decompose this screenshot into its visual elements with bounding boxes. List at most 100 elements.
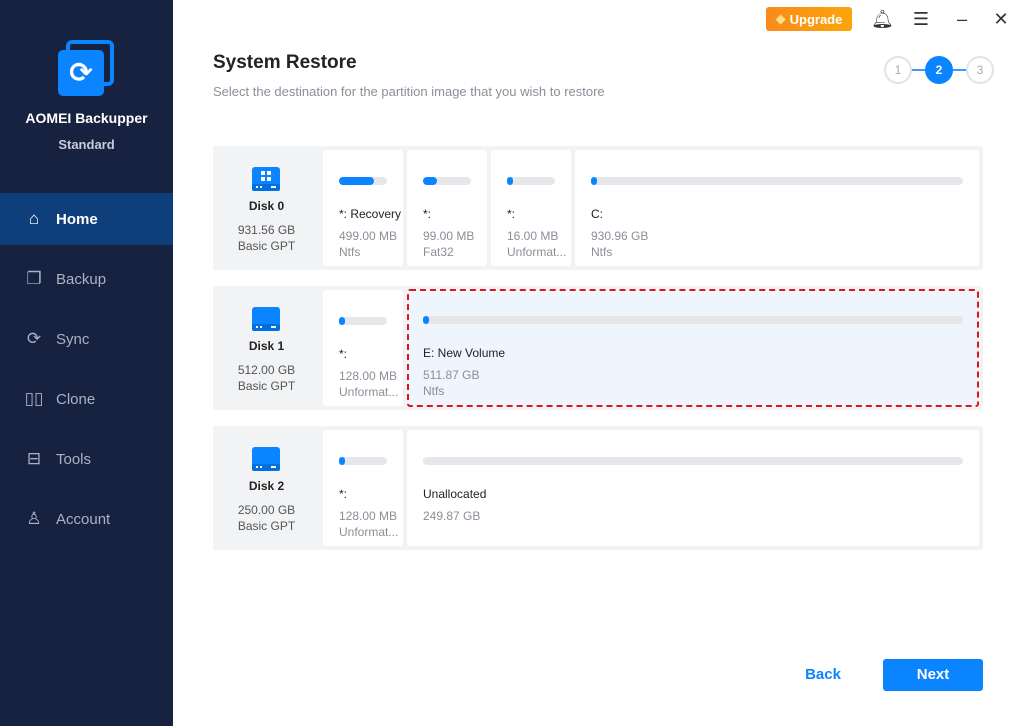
partition-fs: Unformat... <box>339 385 399 399</box>
sidebar-item-tools[interactable]: ⊟ Tools <box>0 433 173 485</box>
usage-fill <box>423 177 438 185</box>
partition-card[interactable]: C: 930.96 GB Ntfs <box>575 150 979 266</box>
disk-row: Disk 1 512.00 GB Basic GPT *: 128.00 MB Un… <box>213 286 983 410</box>
sidebar-item-label: Clone <box>56 390 96 408</box>
next-button[interactable]: Next <box>883 659 983 691</box>
sidebar-item-label: Account <box>56 510 111 528</box>
disk-type: Basic GPT <box>237 239 296 253</box>
partition-details: 16.00 MB Unformat... <box>507 228 566 260</box>
sidebar-item-label: Tools <box>56 450 92 468</box>
clone-icon: ▯▯ <box>24 389 44 408</box>
page-subtitle: Select the destination for the partition… <box>213 84 605 99</box>
partition-card[interactable]: E: New Volume 511.87 GB Ntfs <box>407 289 979 407</box>
partition-details: 499.00 MB Ntfs <box>339 228 397 260</box>
backup-icon: ❐ <box>26 269 42 288</box>
disk-size: 931.56 GB <box>237 223 296 237</box>
disk-info: Disk 1 512.00 GB Basic GPT <box>213 286 320 410</box>
partition-card[interactable]: *: 128.00 MB Unformat... <box>323 290 403 406</box>
partition-card[interactable]: *: 128.00 MB Unformat... <box>323 430 403 546</box>
sync-icon: ⟳ <box>26 329 42 348</box>
disk-details: 250.00 GB Basic GPT <box>213 502 320 534</box>
partition-name: Unallocated <box>423 487 487 501</box>
partition-size: 128.00 MB <box>339 369 398 383</box>
partition-card[interactable]: *: Recovery 499.00 MB Ntfs <box>323 150 403 266</box>
partition-name: *: <box>507 207 516 221</box>
usage-bar <box>423 177 471 185</box>
step-indicator: 1 2 3 <box>884 56 994 84</box>
disk-icon <box>252 307 280 331</box>
partition-size: 16.00 MB <box>507 229 559 243</box>
disk-type: Basic GPT <box>237 379 296 393</box>
step-2: 2 <box>925 56 953 84</box>
partition-name: *: <box>339 487 348 501</box>
usage-bar <box>591 177 963 185</box>
partition-size: 930.96 GB <box>591 229 649 243</box>
menu-icon[interactable]: ☰ <box>910 8 932 30</box>
disk-icon <box>252 167 280 191</box>
sidebar-item-backup[interactable]: ❐ Backup <box>0 253 173 305</box>
partition-details: 249.87 GB <box>423 508 480 524</box>
disk-info: Disk 2 250.00 GB Basic GPT <box>213 426 320 550</box>
sidebar-item-label: Sync <box>56 330 90 348</box>
disk-info: Disk 0 931.56 GB Basic GPT <box>213 146 320 270</box>
upgrade-button[interactable]: ◆ Upgrade <box>766 7 852 31</box>
app-logo: ⟳ <box>58 40 114 96</box>
partition-details: 99.00 MB Fat32 <box>423 228 474 260</box>
disk-row: Disk 0 931.56 GB Basic GPT *: Recovery 49… <box>213 146 983 270</box>
partition-details: 511.87 GB Ntfs <box>423 367 479 399</box>
sidebar-item-label: Backup <box>56 270 107 288</box>
page-title: System Restore <box>213 52 357 73</box>
upgrade-label: Upgrade <box>789 11 843 27</box>
partition-details: 930.96 GB Ntfs <box>591 228 648 260</box>
sidebar: ⟳ AOMEI Backupper Standard ⌂ Home ❐ Backup… <box>0 0 173 726</box>
partition-name: C: <box>591 207 603 221</box>
partition-name: E: New Volume <box>423 346 506 360</box>
disk-type: Basic GPT <box>237 519 296 533</box>
usage-bar <box>339 177 387 185</box>
back-button[interactable]: Back <box>790 659 856 691</box>
sidebar-item-label: Home <box>56 210 98 228</box>
diamond-icon: ◆ <box>775 11 786 26</box>
usage-fill <box>339 317 345 325</box>
partition-fs: Ntfs <box>423 384 445 398</box>
tools-icon: ⊟ <box>26 449 42 468</box>
partition-name: *: <box>423 207 432 221</box>
usage-fill <box>339 457 345 465</box>
usage-bar <box>339 317 387 325</box>
sidebar-item-clone[interactable]: ▯▯ Clone <box>0 373 173 425</box>
disk-details: 931.56 GB Basic GPT <box>213 222 320 254</box>
step-3: 3 <box>966 56 994 84</box>
home-icon: ⌂ <box>28 209 40 228</box>
partition-card[interactable]: Unallocated 249.87 GB <box>407 430 979 546</box>
partition-name: *: <box>339 347 348 361</box>
usage-fill <box>507 177 513 185</box>
minimize-icon[interactable]: – <box>951 8 973 30</box>
sidebar-item-sync[interactable]: ⟳ Sync <box>0 313 173 365</box>
app-name: AOMEI Backupper <box>25 110 148 126</box>
usage-fill <box>591 177 597 185</box>
close-icon[interactable]: ✕ <box>990 8 1012 30</box>
sidebar-item-home[interactable]: ⌂ Home <box>0 193 173 245</box>
usage-bar <box>423 457 963 465</box>
disk-size: 250.00 GB <box>237 503 296 517</box>
step-1: 1 <box>884 56 912 84</box>
partition-size: 249.87 GB <box>423 509 481 523</box>
disk-name: Disk 1 <box>248 339 285 353</box>
bell-icon[interactable]: 🔔︎ <box>871 8 894 30</box>
partition-card[interactable]: *: 16.00 MB Unformat... <box>491 150 571 266</box>
sidebar-item-account[interactable]: ♙ Account <box>0 493 173 545</box>
disk-name: Disk 0 <box>248 199 285 213</box>
usage-fill <box>339 177 374 185</box>
disk-size: 512.00 GB <box>237 363 296 377</box>
disk-name: Disk 2 <box>248 479 285 493</box>
usage-bar <box>507 177 555 185</box>
usage-fill <box>423 316 429 324</box>
partition-fs: Unformat... <box>507 245 567 259</box>
disk-icon <box>252 447 280 471</box>
partition-details: 128.00 MB Unformat... <box>339 508 398 540</box>
partition-details: 128.00 MB Unformat... <box>339 368 398 400</box>
partition-card[interactable]: *: 99.00 MB Fat32 <box>407 150 487 266</box>
partition-fs: Ntfs <box>591 245 613 259</box>
partition-size: 128.00 MB <box>339 509 398 523</box>
partition-fs: Unformat... <box>339 525 399 539</box>
